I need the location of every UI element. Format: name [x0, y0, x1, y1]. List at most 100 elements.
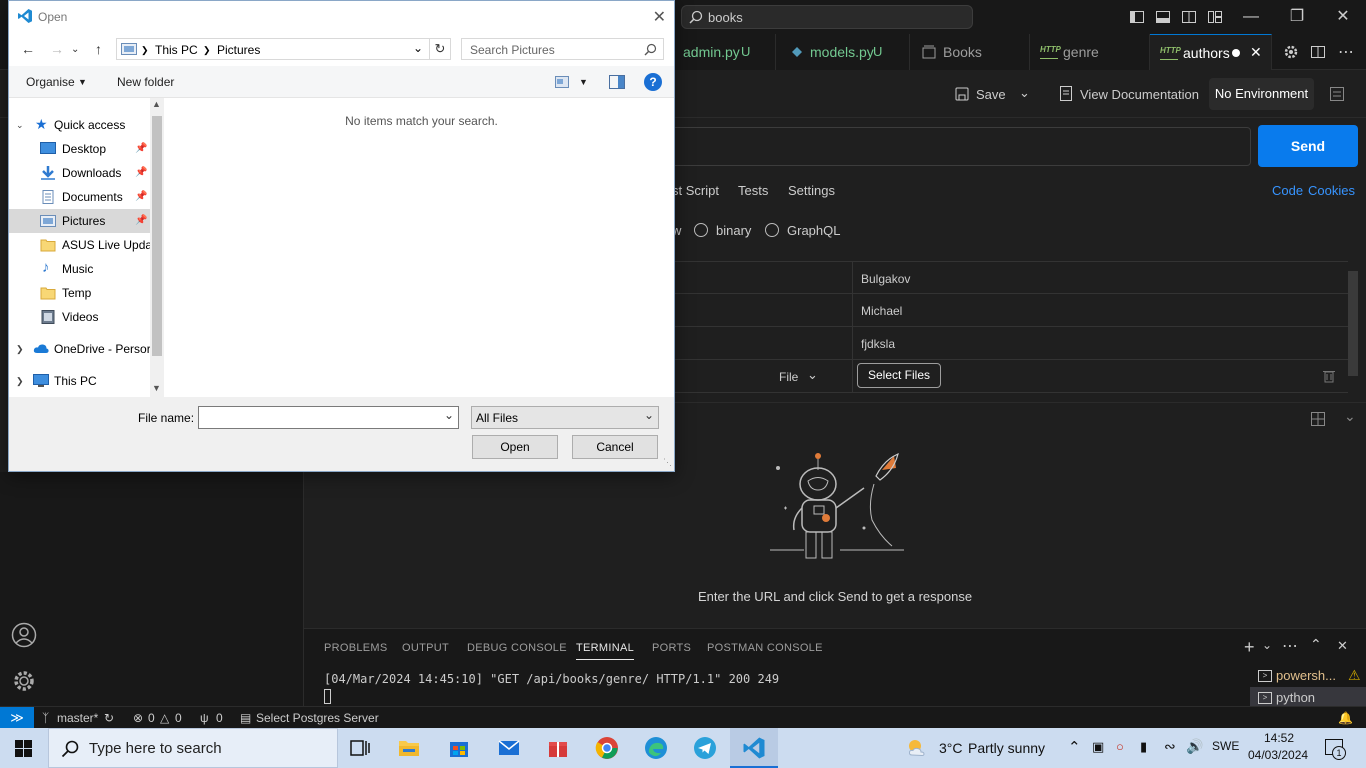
panel-tab-output[interactable]: OUTPUT — [402, 642, 449, 654]
scroll-down-icon[interactable]: ▼ — [152, 383, 161, 393]
address-bar[interactable]: ❯ This PC ❯ Pictures ⌄ — [116, 38, 430, 60]
windows-start-icon[interactable] — [15, 740, 32, 757]
vscode-taskbar-button[interactable] — [730, 728, 778, 768]
nav-item-asus-live-update[interactable]: ASUS Live Updat — [9, 233, 150, 257]
help-icon[interactable]: ? — [644, 73, 662, 91]
radio-graphql[interactable] — [765, 223, 779, 237]
volume-icon[interactable]: 🔊 — [1186, 738, 1203, 755]
panel-tab-terminal[interactable]: TERMINAL — [576, 642, 635, 660]
tab-admin-py[interactable]: admin.py U — [660, 34, 776, 70]
recent-locations-icon[interactable]: ⌄ — [71, 44, 79, 55]
refresh-icon[interactable]: ↻ — [429, 38, 451, 60]
split-editor-icon[interactable] — [1310, 44, 1326, 60]
scrollbar[interactable] — [1348, 271, 1358, 376]
language-indicator[interactable]: SWE — [1212, 739, 1239, 753]
scrollbar[interactable]: ▲ ▼ — [150, 98, 164, 397]
view-options-icon[interactable] — [555, 76, 569, 88]
weather-description[interactable]: Partly sunny — [968, 740, 1045, 756]
postgres-server-selector[interactable]: Select Postgres Server — [256, 711, 379, 725]
scrollbar-thumb[interactable] — [152, 116, 162, 356]
meet-now-icon[interactable]: ▣ — [1092, 739, 1104, 755]
chrome-icon[interactable] — [595, 736, 619, 760]
tab-post-response-script[interactable]: st Script — [672, 183, 719, 198]
customize-layout-icon[interactable] — [1207, 9, 1223, 25]
value-cell[interactable]: Bulgakov — [861, 272, 910, 286]
nav-item-quick-access[interactable]: ⌄ ★ Quick access — [9, 113, 150, 137]
warning-icon[interactable]: △ — [160, 711, 169, 725]
nav-item-desktop[interactable]: Desktop 📌 — [9, 137, 150, 161]
cookies-link[interactable]: Cookies — [1308, 183, 1355, 198]
database-icon[interactable]: ▤ — [240, 711, 251, 725]
manage-gear-icon[interactable] — [11, 668, 37, 694]
microsoft-store-icon[interactable] — [447, 736, 471, 760]
sync-icon[interactable]: ↻ — [104, 711, 114, 725]
warning-count[interactable]: 0 — [175, 711, 182, 725]
expand-chevron-icon[interactable]: ⌄ — [16, 120, 24, 131]
battery-icon[interactable]: ▮ — [1140, 739, 1147, 755]
trash-icon[interactable] — [1323, 369, 1335, 383]
expand-chevron-icon[interactable]: ❯ — [16, 376, 24, 387]
chevron-down-icon[interactable]: ⌄ — [413, 41, 423, 55]
close-icon[interactable]: ✕ — [1320, 0, 1366, 34]
toggle-sidebar-icon[interactable] — [1129, 9, 1145, 25]
chevron-down-icon[interactable]: ⌄ — [1019, 85, 1030, 101]
restore-icon[interactable]: ❐ — [1274, 0, 1320, 34]
save-icon[interactable] — [954, 86, 970, 102]
close-tab-icon[interactable]: ✕ — [1250, 44, 1262, 61]
clock-time[interactable]: 14:52 — [1264, 731, 1294, 745]
select-files-button[interactable]: Select Files — [857, 363, 941, 388]
tab-models-py[interactable]: models.py U — [776, 34, 910, 70]
panel-tab-problems[interactable]: PROBLEMS — [324, 642, 388, 654]
close-icon[interactable]: ✕ — [653, 7, 666, 27]
maximize-panel-icon[interactable]: ⌃ — [1310, 636, 1322, 653]
tab-authors[interactable]: HTTP authors ✕ — [1150, 34, 1272, 70]
preview-pane-icon[interactable] — [609, 75, 625, 89]
gear-icon[interactable] — [1283, 44, 1299, 60]
mail-icon[interactable] — [497, 736, 521, 760]
more-actions-icon[interactable]: ⋯ — [1338, 42, 1354, 62]
radio-binary[interactable] — [694, 223, 708, 237]
nav-item-downloads[interactable]: Downloads 📌 — [9, 161, 150, 185]
network-error-icon[interactable]: ○ — [1116, 739, 1124, 754]
breadcrumb-pictures[interactable]: Pictures — [217, 43, 260, 57]
account-icon[interactable] — [11, 622, 37, 648]
task-view-icon[interactable] — [348, 736, 372, 760]
new-folder-button[interactable]: New folder — [117, 75, 174, 89]
error-icon[interactable]: ⊗ — [133, 711, 143, 725]
close-panel-icon[interactable]: ✕ — [1337, 638, 1348, 654]
show-hidden-icons-icon[interactable]: ⌃ — [1068, 738, 1081, 756]
more-actions-icon[interactable]: ⋯ — [1282, 636, 1298, 656]
url-input[interactable] — [660, 127, 1251, 166]
chevron-down-icon[interactable]: ⌄ — [644, 408, 654, 422]
organise-menu[interactable]: Organise — [26, 75, 75, 89]
bell-icon[interactable]: 🔔 — [1338, 711, 1353, 725]
panel-tab-debug-console[interactable]: DEBUG CONSOLE — [467, 642, 567, 654]
branch-icon[interactable]: ᛉ — [42, 711, 49, 725]
forward-arrow-icon[interactable]: → — [50, 41, 64, 57]
environment-quick-look-icon[interactable] — [1329, 86, 1345, 102]
weather-partly-sunny-icon[interactable] — [905, 736, 929, 760]
nav-item-videos[interactable]: Videos — [9, 305, 150, 329]
nav-item-documents[interactable]: Documents 📌 — [9, 185, 150, 209]
error-count[interactable]: 0 — [148, 711, 155, 725]
tab-genre[interactable]: HTTP genre — [1030, 34, 1150, 70]
new-terminal-icon[interactable]: + — [1244, 637, 1255, 658]
search-pictures-input[interactable]: Search Pictures — [461, 38, 664, 60]
nav-item-onedrive[interactable]: ❯ OneDrive - Persor — [9, 337, 150, 361]
gift-icon[interactable] — [546, 736, 570, 760]
save-button[interactable]: Save — [976, 87, 1006, 102]
value-cell[interactable]: fjdksla — [861, 337, 895, 351]
chevron-down-icon[interactable]: ⌄ — [1344, 408, 1356, 425]
taskbar-search-input[interactable]: Type here to search — [48, 728, 338, 768]
command-center[interactable]: books — [681, 5, 973, 29]
wifi-icon[interactable]: ∾ — [1164, 738, 1176, 755]
scroll-up-icon[interactable]: ▲ — [152, 99, 161, 109]
layout-icon[interactable] — [1310, 411, 1326, 427]
send-button[interactable]: Send — [1258, 125, 1358, 167]
view-documentation-button[interactable]: View Documentation — [1080, 87, 1199, 102]
branch-name[interactable]: master* — [57, 711, 98, 725]
toggle-secondary-sidebar-icon[interactable] — [1181, 9, 1197, 25]
ports-icon[interactable]: ψ — [200, 711, 209, 725]
terminal-powershell[interactable]: > powersh... ⚠ — [1250, 665, 1366, 687]
telegram-icon[interactable] — [693, 736, 717, 760]
